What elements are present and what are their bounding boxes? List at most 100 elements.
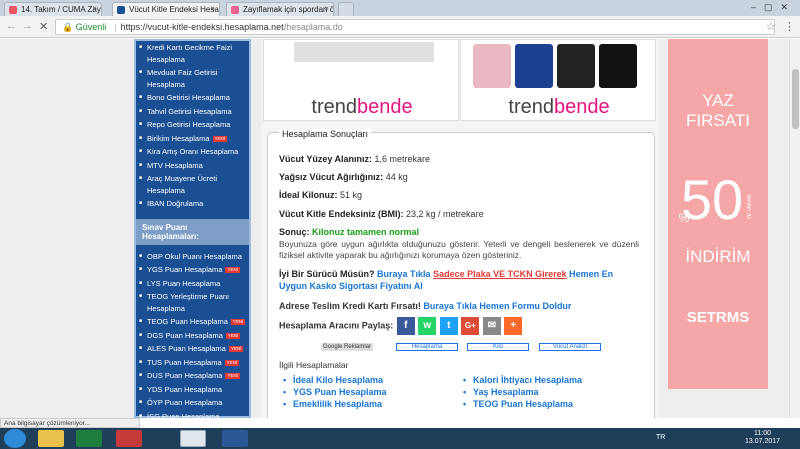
sidebar-item[interactable]: Kira Artış Oranı Hesaplama — [136, 145, 249, 159]
sidebar-item[interactable]: TEOG Yerleştirme Puanı Hesaplama — [136, 290, 249, 315]
whatsapp-icon[interactable]: w — [418, 317, 437, 335]
url-bar[interactable]: 🔒 Güvenli | https://vucut-kitle-endeksi.he… — [55, 19, 775, 35]
page-scrollbar[interactable] — [789, 39, 800, 418]
sidebar-item-label: ALES Puan Hesaplama — [147, 344, 226, 353]
sidebar-item-label: Araç Muayene Ücreti Hesaplama — [147, 174, 218, 195]
sidebar-item-label: TUS Puan Hesaplama — [147, 357, 222, 367]
bookmark-star-icon[interactable]: ☆ — [766, 20, 776, 33]
google-plus-icon[interactable]: G+ — [461, 317, 480, 335]
taskbar: TR 11:00 13.07.2017 — [0, 428, 800, 449]
sidebar-item[interactable]: TUS Puan HesaplamaYENİ — [136, 356, 249, 370]
trendbende-logo: trendbende — [311, 96, 413, 118]
clock[interactable]: 11:00 13.07.2017 — [745, 430, 780, 446]
sidebar-item[interactable]: DGS Puan HesaplamaYENİ — [136, 329, 249, 343]
tab-1[interactable]: 14. Takım / CUMA Zayıflam... × — [4, 2, 102, 16]
sidebar-item-label: TEOG Yerleştirme Puanı Hesaplama — [147, 292, 230, 313]
related-link[interactable]: TEOG Puan Hesaplama — [461, 398, 582, 410]
stop-icon[interactable]: ✕ — [39, 20, 48, 33]
sidebar-item[interactable]: YDS Puan Hesaplama — [136, 383, 249, 397]
sidebar-item-label: ÖYP Puan Hesaplama — [147, 398, 223, 407]
sidebar-item[interactable]: Kredi Kartı Gecikme Faizi Hesaplama — [136, 41, 249, 66]
tab-3[interactable]: Zayıflamak için spordan önc... × — [226, 2, 334, 16]
excel-icon[interactable] — [76, 430, 102, 447]
scrollbar-thumb[interactable] — [792, 69, 799, 129]
chrome-icon[interactable] — [180, 430, 206, 447]
web-page: Kredi Kartı Gecikme Faizi Hesaplama Mevdu… — [0, 39, 789, 418]
explorer-icon[interactable] — [38, 430, 64, 447]
tab-2[interactable]: Vücut Kitle Endeksi Hesapl... × — [112, 2, 220, 16]
result-summary: Sonuç: Kilonuz tamamen normal — [279, 227, 420, 237]
credit-card-promo: Adrese Teslim Kredi Kartı Fırsatı! Buray… — [279, 301, 572, 311]
new-badge: YENİ — [225, 373, 240, 380]
sidebar-item-label: DUS Puan Hesaplama — [147, 371, 223, 380]
sidebar-item-label: İSG Puan Hesaplama — [147, 411, 220, 419]
sidebar-item-label: YDS Puan Hesaplama — [147, 384, 223, 394]
sidebar-item[interactable]: YGS Puan HesaplamaYENİ — [136, 263, 249, 277]
more-share-icon[interactable]: + — [504, 317, 523, 335]
sidebar-item[interactable]: IBAN Doğrulama — [136, 197, 249, 211]
sidebar-item[interactable]: Birikim HesaplamaYENİ — [136, 132, 249, 146]
app-icon[interactable] — [116, 430, 142, 447]
sidebar-item[interactable]: Repo Getirisi Hesaplama — [136, 118, 249, 132]
clock-time: 11:00 — [754, 430, 772, 437]
sidebar-item[interactable]: Bono Getirisi Hesaplama — [136, 91, 249, 105]
result-row: Vücut Kitle Endeksiniz (BMI): 23,2 kg / … — [279, 209, 484, 219]
menu-icon[interactable]: ⋮ — [784, 20, 795, 33]
sidebar-item-label: Birikim Hesaplama — [147, 133, 210, 143]
related-title: İlgili Hesaplamalar — [279, 360, 349, 370]
related-link[interactable]: İdeal Kilo Hesaplama — [281, 374, 387, 386]
sidebar-list-finance: Kredi Kartı Gecikme Faizi Hesaplama Mevdu… — [136, 41, 249, 211]
forward-icon[interactable]: → — [22, 20, 33, 32]
new-badge: YENİ — [212, 135, 228, 142]
new-tab-button[interactable] — [338, 2, 354, 16]
new-badge: YENİ — [230, 319, 246, 326]
email-icon[interactable]: ✉ — [482, 317, 501, 335]
sidebar-item-label: Kredi Kartı Gecikme Faizi Hesaplama — [147, 43, 233, 64]
tab-label: Vücut Kitle Endeksi Hesapl... — [129, 5, 219, 14]
window-controls[interactable]: –▢✕ — [751, 2, 796, 13]
sidebar-item[interactable]: Mevduat Faiz Getirisi Hesaplama — [136, 66, 249, 91]
ad-link-button[interactable]: Hesaplama — [396, 343, 458, 351]
product-image — [294, 42, 434, 62]
back-icon[interactable]: ← — [6, 20, 17, 32]
sidebar-item[interactable]: DUS Puan HesaplamaYENİ — [136, 369, 249, 383]
trendbende-ad-right[interactable]: trendbende — [460, 39, 656, 121]
credit-card-link[interactable]: Buraya Tıkla Hemen Formu Doldur — [423, 301, 571, 311]
insurance-red-link[interactable]: Sadece Plaka VE TCKN Girerek — [433, 269, 567, 279]
related-link[interactable]: YGS Puan Hesaplama — [281, 386, 387, 398]
sidebar-item[interactable]: MTV Hesaplama — [136, 159, 249, 173]
sidebar-item[interactable]: LYS Puan Hesaplama — [136, 277, 249, 291]
close-tab-icon[interactable]: × — [324, 4, 329, 13]
sidebar-item[interactable]: ÖYP Puan Hesaplama — [136, 396, 249, 410]
close-tab-icon[interactable]: × — [92, 4, 97, 13]
sidebar: Kredi Kartı Gecikme Faizi Hesaplama Mevdu… — [134, 39, 251, 418]
tab-label: 14. Takım / CUMA Zayıflam... — [21, 5, 101, 14]
product-image — [599, 44, 637, 88]
word-icon[interactable] — [222, 430, 248, 447]
sidebar-item-label: Bono Getirisi Hesaplama — [147, 93, 230, 102]
tab-favicon-icon — [117, 6, 125, 14]
start-button[interactable] — [4, 429, 26, 448]
tab-bar: 14. Takım / CUMA Zayıflam... × Vücut Kit… — [0, 0, 800, 16]
setrms-ad[interactable]: YAZ FIRSATI % 50 YE VARAN İNDİRİM SETRMS — [668, 39, 768, 389]
sidebar-item[interactable]: OBP Okul Puanı Hesaplama — [136, 250, 249, 264]
close-tab-icon[interactable]: × — [210, 4, 215, 13]
sidebar-item[interactable]: ALES Puan HesaplamaYENİ — [136, 342, 249, 356]
sidebar-item[interactable]: İSG Puan Hesaplama — [136, 410, 249, 419]
related-link[interactable]: Yaş Hesaplama — [461, 386, 582, 398]
sidebar-item[interactable]: Araç Muayene Ücreti Hesaplama — [136, 172, 249, 197]
sidebar-item[interactable]: Tahvil Getirisi Hesaplama — [136, 105, 249, 119]
ad-link-button[interactable]: Vücut Analizi — [539, 343, 601, 351]
related-link[interactable]: Emeklilik Hesaplama — [281, 398, 387, 410]
twitter-icon[interactable]: t — [439, 317, 458, 335]
ad-link-button[interactable]: Kilo — [467, 343, 529, 351]
sidebar-item-label: TEOG Puan Hesaplama — [147, 317, 228, 326]
facebook-icon[interactable]: f — [396, 317, 415, 335]
related-link[interactable]: Kalori İhtiyacı Hesaplama — [461, 374, 582, 386]
sidebar-item[interactable]: TEOG Puan HesaplamaYENİ — [136, 315, 249, 329]
related-list-left: İdeal Kilo Hesaplama YGS Puan Hesaplama … — [281, 374, 387, 410]
language-indicator[interactable]: TR — [656, 434, 665, 441]
trendbende-ad-left[interactable]: trendbende — [263, 39, 459, 121]
ad-line1: YAZ — [702, 91, 734, 110]
insurance-link[interactable]: Buraya Tıkla — [377, 269, 431, 279]
